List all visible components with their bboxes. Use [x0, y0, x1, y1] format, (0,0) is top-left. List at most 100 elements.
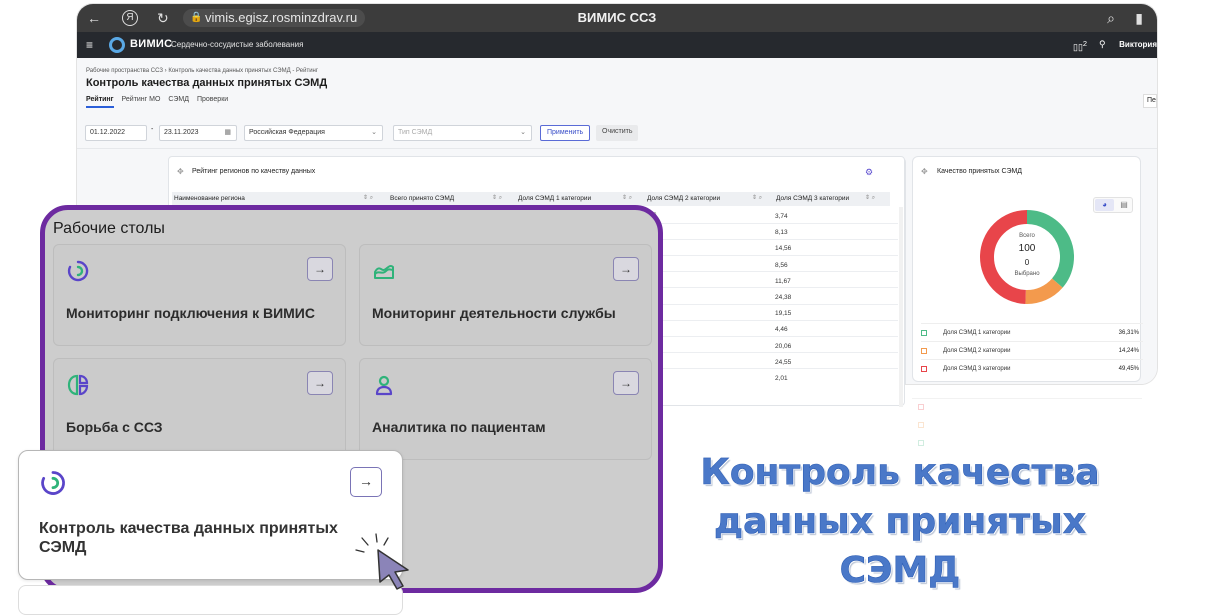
sort-filter-icon[interactable]: ⇕ ⌕ [363, 194, 373, 202]
workspaces-title: Рабочие столы [53, 220, 165, 237]
progress-circle-icon [41, 471, 65, 495]
column-header-cat1[interactable]: Доля СЭМД 1 категории [518, 195, 591, 202]
workspace-card-semd-quality[interactable]: → Контроль качества данных принятых СЭМД [18, 450, 403, 580]
arrow-right-icon[interactable]: → [307, 257, 333, 281]
heart-split-icon [67, 374, 89, 396]
breadcrumb[interactable]: Рабочие пространства ССЗ › Контроль каче… [86, 68, 318, 74]
column-header-total[interactable]: Всего принято СЭМД [390, 195, 454, 202]
vimis-logo-icon [109, 37, 125, 53]
table-scrollbar[interactable] [899, 207, 903, 407]
sort-filter-icon[interactable]: ⇕ ⌕ [492, 194, 502, 202]
table-cell: 2,01 [775, 375, 788, 383]
clear-button[interactable]: Очистить [596, 125, 639, 141]
table-header: Наименование региона ⇕ ⌕ Всего принято С… [172, 192, 890, 206]
cursor-click-icon [355, 533, 409, 590]
legend-value: 49,45% [1118, 366, 1139, 372]
donut-total-label: Всего [1019, 233, 1035, 239]
tabs: Рейтинг Рейтинг МО СЭМД Проверки [86, 96, 234, 108]
page-title: Контроль качества данных принятых СЭМД [86, 77, 328, 89]
donut-arcs [980, 210, 1074, 304]
date-separator: - [151, 126, 154, 133]
workspace-card-ssz[interactable]: → Борьба с ССЗ [53, 358, 346, 460]
app-subtitle: Сердечно-сосудистые заболевания [171, 40, 304, 49]
view-toggle: ◕ ▤ [1093, 197, 1133, 213]
legend-row-cat3[interactable]: Доля СЭМД 3 категории 49,45% [921, 359, 1143, 377]
notifications-icon[interactable]: ▯▯2 [1073, 39, 1087, 53]
quality-panel: ✥ Качество принятых СЭМД ◕ ▤ Всего 100 0… [912, 156, 1143, 382]
legend-value: 36,31% [1118, 330, 1139, 336]
workspace-card-service-monitoring[interactable]: → Мониторинг деятельности службы [359, 244, 652, 346]
cat3-values: 3,74 8,13 14,56 8,56 11,67 24,38 19,15 4… [775, 209, 791, 387]
workspace-card-patient-analytics[interactable]: → Аналитика по пациентам [359, 358, 652, 460]
drag-handle-icon[interactable]: ✥ [921, 167, 928, 176]
browser-tab-title: ВИМИС ССЗ [577, 10, 657, 25]
arrow-right-icon[interactable]: → [350, 467, 382, 497]
legend-value: 14,24% [1118, 348, 1139, 354]
browser-toolbar: ← Я ↻ 🔒 vimis.egisz.rosminzdrav.ru ВИМИС… [77, 4, 1157, 32]
column-header-region[interactable]: Наименование региона [174, 195, 245, 202]
drag-handle-icon[interactable]: ✥ [177, 167, 184, 176]
legend-swatch [921, 330, 927, 336]
region-value: Российская Федерация [249, 129, 325, 136]
bookmark-icon[interactable]: ▮ [1135, 9, 1143, 27]
progress-circle-icon [67, 260, 89, 282]
date-to-input[interactable]: 23.11.2023 ▦ [159, 125, 237, 141]
person-icon [375, 375, 393, 396]
reflection-line [912, 398, 1142, 399]
donut-slice[interactable] [1025, 278, 1063, 304]
rocket-icon[interactable]: ⚲ [1099, 39, 1106, 50]
legend-label: Доля СЭМД 3 категории [943, 366, 1011, 372]
arrow-right-icon[interactable]: → [307, 371, 333, 395]
workspace-card-label: Борьба с ССЗ [66, 419, 163, 435]
workspace-card-label: Мониторинг деятельности службы [372, 305, 616, 321]
divider [77, 148, 1157, 149]
menu-icon[interactable]: ≡ [86, 38, 93, 52]
legend-row-cat2[interactable]: Доля СЭМД 2 категории 14,24% [921, 341, 1143, 359]
date-from-input[interactable]: 01.12.2022 [85, 125, 147, 141]
app-header: ≡ ВИМИС Сердечно-сосудистые заболевания … [77, 32, 1157, 58]
legend-row-cat1[interactable]: Доля СЭМД 1 категории 36,31% [921, 323, 1143, 341]
sort-filter-icon[interactable]: ⇕ ⌕ [752, 194, 762, 202]
column-header-cat3[interactable]: Доля СЭМД 3 категории [776, 195, 849, 202]
chart-wave-icon [374, 265, 394, 279]
region-select[interactable]: Российская Федерация ⌄ [244, 125, 383, 141]
reflection-swatch [918, 404, 924, 410]
gear-icon[interactable]: ⚙ [865, 167, 873, 178]
sort-filter-icon[interactable]: ⇕ ⌕ [865, 194, 875, 202]
legend-label: Доля СЭМД 2 категории [943, 348, 1011, 354]
tab-rating[interactable]: Рейтинг [86, 96, 114, 108]
rating-panel-title: Рейтинг регионов по качеству данных [192, 168, 316, 175]
calendar-icon[interactable]: ▦ [224, 126, 231, 140]
tab-checks[interactable]: Проверки [197, 96, 228, 103]
reflection-swatch [918, 440, 924, 446]
donut-chart [980, 210, 1074, 304]
column-header-cat2[interactable]: Доля СЭМД 2 категории [647, 195, 720, 202]
sort-filter-icon[interactable]: ⇕ ⌕ [622, 194, 632, 202]
workspace-card-connection-monitoring[interactable]: → Мониторинг подключения к ВИМИС [53, 244, 346, 346]
workspace-card-label: Аналитика по пациентам [372, 419, 546, 435]
donut-total: 100 [1018, 243, 1036, 254]
donut-selected: 0 [1024, 258, 1030, 267]
app-brand: ВИМИС [130, 38, 173, 50]
chevron-down-icon: ⌄ [520, 129, 526, 136]
tab-rating-mo[interactable]: Рейтинг МО [122, 96, 161, 103]
semd-type-select[interactable]: Тип СЭМД ⌄ [393, 125, 532, 141]
date-to-value: 23.11.2023 [164, 129, 199, 136]
notifications-badge: 2 [1082, 39, 1088, 48]
user-name[interactable]: Виктория [1119, 40, 1157, 49]
donut-slice[interactable] [980, 210, 1028, 304]
tab-semd[interactable]: СЭМД [168, 96, 189, 103]
workspace-card-ghost [18, 585, 403, 615]
search-icon[interactable]: ⌕ [1107, 9, 1115, 27]
chevron-down-icon: ⌄ [371, 129, 377, 136]
tab-right-button[interactable]: Пе [1143, 94, 1157, 108]
donut-selected-label: Выбрано [1014, 271, 1040, 277]
arrow-right-icon[interactable]: → [613, 371, 639, 395]
table-view-icon[interactable]: ▤ [1116, 199, 1132, 211]
legend-swatch [921, 348, 927, 354]
arrow-right-icon[interactable]: → [613, 257, 639, 281]
legend-label: Доля СЭМД 1 категории [943, 330, 1011, 336]
reflection-swatch [918, 422, 924, 428]
pie-chart-icon[interactable]: ◕ [1095, 199, 1114, 211]
apply-button[interactable]: Применить [540, 125, 591, 141]
